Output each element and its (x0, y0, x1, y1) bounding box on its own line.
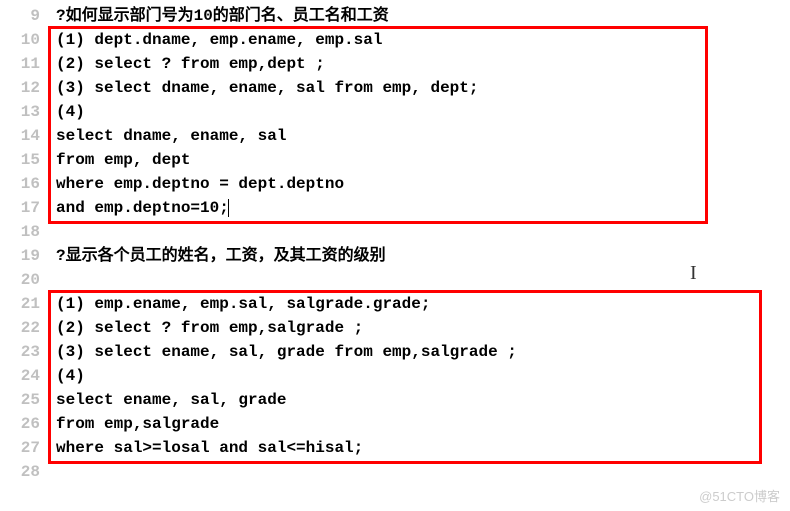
line-number: 20 (0, 268, 40, 292)
line-number-gutter: 9 10 11 12 13 14 15 16 17 18 19 20 21 22… (0, 4, 48, 484)
line-number: 27 (0, 436, 40, 460)
line-number: 13 (0, 100, 40, 124)
text-caret (228, 199, 229, 217)
line-number: 25 (0, 388, 40, 412)
code-line[interactable]: from emp, dept (48, 148, 790, 172)
watermark-text: @51CTO博客 (699, 486, 780, 505)
code-line[interactable]: where sal>=losal and sal<=hisal; (48, 436, 790, 460)
code-content[interactable]: ?如何显示部门号为10的部门名、员工名和工资 (1) dept.dname, e… (48, 4, 790, 484)
code-line[interactable]: ?显示各个员工的姓名，工资，及其工资的级别 (48, 244, 790, 268)
line-number: 11 (0, 52, 40, 76)
line-number: 12 (0, 76, 40, 100)
code-line[interactable]: and emp.deptno=10; (48, 196, 790, 220)
code-line[interactable] (48, 460, 790, 484)
line-number: 9 (0, 4, 40, 28)
code-line[interactable]: (3) select ename, sal, grade from emp,sa… (48, 340, 790, 364)
mouse-text-cursor-icon: I (690, 262, 697, 285)
line-number: 10 (0, 28, 40, 52)
line-number: 21 (0, 292, 40, 316)
code-line[interactable]: from emp,salgrade (48, 412, 790, 436)
code-line[interactable] (48, 220, 790, 244)
line-number: 19 (0, 244, 40, 268)
line-number: 23 (0, 340, 40, 364)
code-line[interactable]: (1) emp.ename, emp.sal, salgrade.grade; (48, 292, 790, 316)
line-number: 24 (0, 364, 40, 388)
line-number: 28 (0, 460, 40, 484)
line-number: 22 (0, 316, 40, 340)
code-line[interactable] (48, 268, 790, 292)
line-number: 15 (0, 148, 40, 172)
code-line[interactable]: (2) select ? from emp,dept ; (48, 52, 790, 76)
line-number: 18 (0, 220, 40, 244)
code-line[interactable]: (2) select ? from emp,salgrade ; (48, 316, 790, 340)
code-line[interactable]: (3) select dname, ename, sal from emp, d… (48, 76, 790, 100)
code-text: and emp.deptno=10; (56, 199, 229, 217)
code-line[interactable]: (4) (48, 100, 790, 124)
code-line[interactable]: select ename, sal, grade (48, 388, 790, 412)
line-number: 17 (0, 196, 40, 220)
code-line[interactable]: ?如何显示部门号为10的部门名、员工名和工资 (48, 4, 790, 28)
line-number: 26 (0, 412, 40, 436)
code-line[interactable]: (4) (48, 364, 790, 388)
line-number: 14 (0, 124, 40, 148)
code-line[interactable]: (1) dept.dname, emp.ename, emp.sal (48, 28, 790, 52)
line-number: 16 (0, 172, 40, 196)
code-line[interactable]: select dname, ename, sal (48, 124, 790, 148)
code-editor[interactable]: 9 10 11 12 13 14 15 16 17 18 19 20 21 22… (0, 0, 790, 484)
code-line[interactable]: where emp.deptno = dept.deptno (48, 172, 790, 196)
